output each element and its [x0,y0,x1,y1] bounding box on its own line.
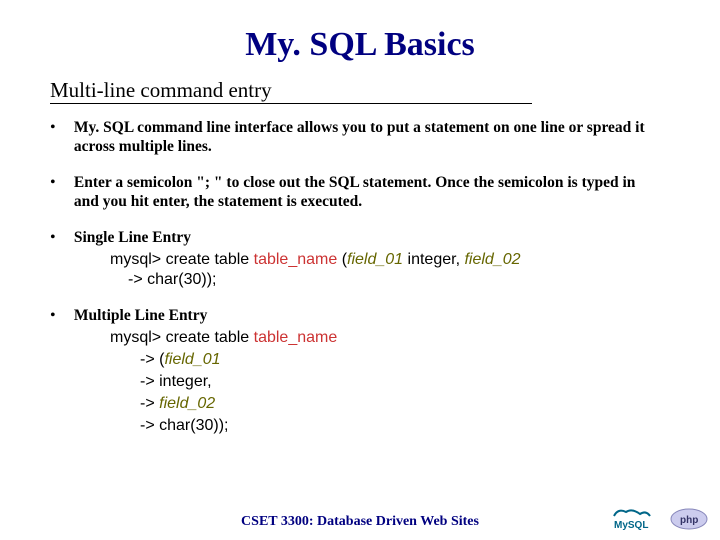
bullet-text: Multiple Line Entry [74,306,654,325]
svg-text:php: php [680,515,698,526]
bullet-icon: • [50,173,64,193]
bullet-icon: • [50,306,64,326]
code-continuation: -> integer, [140,372,680,392]
code-text: mysql> create table [110,251,254,268]
list-item: • Enter a semicolon "; " to close out th… [40,173,680,212]
code-continuation: -> field_02 [140,394,680,414]
list-item: • Multiple Line Entry mysql> create tabl… [40,306,680,436]
bullet-icon: • [50,228,64,248]
code-multi-line: mysql> create table table_name [110,328,680,348]
field-name: field_02 [159,395,215,412]
slide-title: My. SQL Basics [40,26,680,64]
bullet-text: Single Line Entry [74,228,654,247]
svg-text:MySQL: MySQL [614,520,648,531]
code-text: -> [140,395,159,412]
php-logo-icon: php [670,508,708,530]
field-name: field_02 [464,251,520,268]
code-continuation: -> char(30)); [128,270,680,290]
code-text: integer, [403,251,464,268]
list-item: • My. SQL command line interface allows … [40,118,680,157]
code-single-line: mysql> create table table_name (field_01… [110,250,680,290]
code-continuation: -> char(30)); [140,416,680,436]
code-text: mysql> create table [110,329,254,346]
code-continuation: -> (field_01 [140,350,680,370]
code-text: ( [337,251,347,268]
list-item: • Single Line Entry mysql> create table … [40,228,680,290]
bullet-list: • My. SQL command line interface allows … [40,118,680,436]
bullet-text: My. SQL command line interface allows yo… [74,118,654,157]
logos: MySQL php [612,506,708,532]
bullet-text: Enter a semicolon "; " to close out the … [74,173,654,212]
field-name: field_01 [347,251,403,268]
table-name: table_name [254,251,338,268]
table-name: table_name [254,329,338,346]
mysql-logo-icon: MySQL [612,506,662,532]
bullet-icon: • [50,118,64,138]
slide-subtitle: Multi-line command entry [50,78,532,104]
code-text: -> ( [140,351,164,368]
field-name: field_01 [164,351,220,368]
